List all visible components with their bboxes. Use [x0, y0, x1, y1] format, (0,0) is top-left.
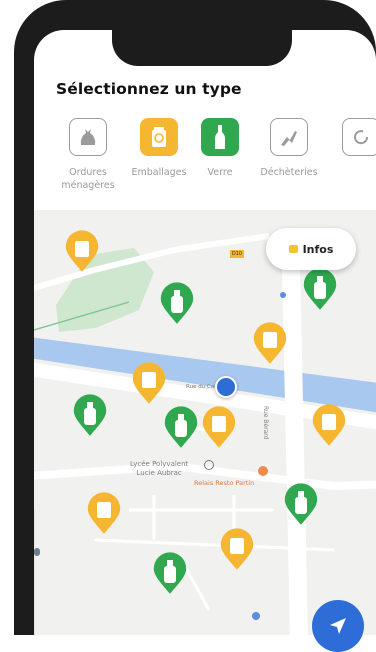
type-label: Verre: [207, 167, 233, 178]
infos-label: Infos: [302, 242, 334, 256]
glass-marker[interactable]: [284, 483, 318, 525]
glass-marker[interactable]: [153, 552, 187, 594]
locate-me-button[interactable]: [312, 600, 364, 652]
trash-bag-icon: [69, 118, 107, 156]
type-verre[interactable]: Verre: [184, 118, 256, 179]
refresh-icon: [342, 118, 376, 156]
glass-marker[interactable]: [73, 394, 107, 436]
type-decheteries[interactable]: Déchèteries: [253, 118, 325, 179]
packaging-marker[interactable]: [253, 322, 287, 364]
packaging-marker[interactable]: [220, 528, 254, 570]
page-title: Sélectionnez un type: [56, 80, 242, 98]
glass-marker[interactable]: [164, 406, 198, 448]
map-markers: [65, 230, 346, 594]
glass-marker[interactable]: [160, 282, 194, 324]
packaging-marker[interactable]: [132, 362, 166, 404]
packaging-marker[interactable]: [202, 406, 236, 448]
phone-notch: [112, 30, 292, 66]
infos-button[interactable]: Infos: [266, 228, 356, 270]
recycling-bin-icon: [140, 118, 178, 156]
packaging-marker[interactable]: [312, 404, 346, 446]
type-selector: Ordures ménagères Emballages Verre Déchè…: [34, 118, 376, 210]
packaging-marker[interactable]: [87, 492, 121, 534]
type-ordures-menageres[interactable]: Ordures ménagères: [52, 118, 124, 192]
type-label: Ordures: [69, 167, 107, 178]
dump-site-icon: [270, 118, 308, 156]
bin-icon: [288, 245, 298, 253]
type-label-line2: ménagères: [61, 180, 115, 191]
packaging-marker[interactable]: [65, 230, 99, 272]
type-next-partial[interactable]: [325, 118, 376, 156]
navigation-arrow-icon: [330, 618, 346, 634]
map-view[interactable]: D10 Rue Bérard Rue du Canal Lycée Polyva…: [34, 210, 376, 635]
type-label: Déchèteries: [260, 167, 318, 178]
glass-bottle-icon: [201, 118, 239, 156]
glass-marker[interactable]: [303, 268, 337, 310]
